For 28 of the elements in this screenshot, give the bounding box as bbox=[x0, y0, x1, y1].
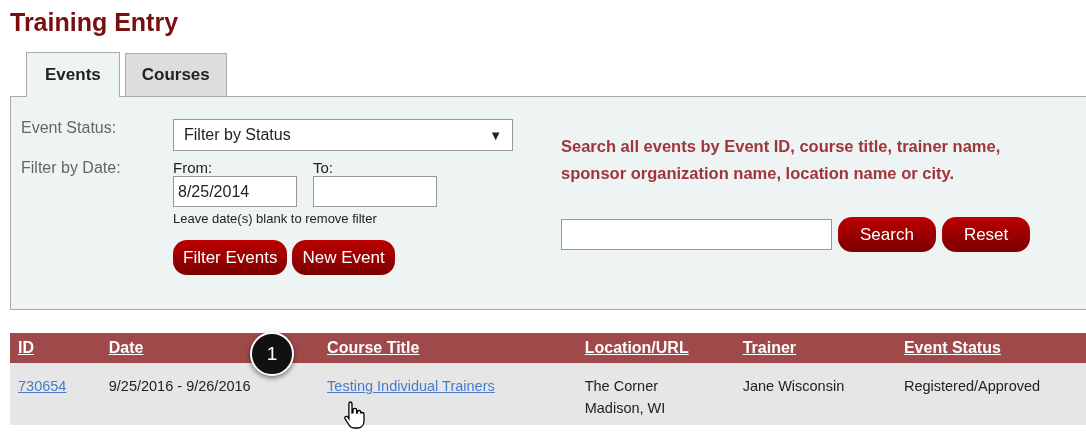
column-header-link[interactable]: ID bbox=[18, 339, 34, 356]
action-button[interactable]: Search bbox=[838, 217, 936, 252]
hand-cursor-icon bbox=[343, 400, 367, 430]
from-date-field[interactable]: 8/25/2014 bbox=[173, 176, 297, 207]
table-cell: Jane Wisconsin bbox=[734, 363, 896, 425]
table-cell: Registered/Approved bbox=[895, 363, 1086, 425]
action-button[interactable]: Reset bbox=[941, 217, 1031, 252]
dropdown-value: Filter by Status bbox=[184, 126, 291, 144]
search-field[interactable] bbox=[561, 219, 832, 250]
table-cell: The Corner Madison, WI bbox=[576, 363, 735, 425]
field-label: To: bbox=[313, 159, 334, 176]
page-title: Training Entry bbox=[10, 7, 179, 38]
tab[interactable]: Courses bbox=[124, 53, 227, 96]
hint-text: Leave date(s) blank to remove filter bbox=[173, 211, 378, 226]
field-label: Event Status: bbox=[21, 119, 118, 138]
action-button[interactable]: New Event bbox=[292, 240, 395, 275]
field-label: From: bbox=[173, 159, 214, 176]
caret-icon: ▼ bbox=[489, 127, 502, 143]
search-description: Search all events by Event ID, course title, trainer name, sponsor organization name, location name or city. bbox=[561, 136, 1002, 184]
status-dropdown[interactable]: Filter by Status ▼ bbox=[173, 119, 513, 151]
column-header-link[interactable]: Trainer bbox=[742, 339, 797, 356]
column-header-link[interactable]: Date bbox=[108, 339, 144, 356]
event-id-link[interactable]: 730654 bbox=[18, 378, 67, 394]
field-label: Filter by Date: bbox=[21, 159, 122, 178]
to-date-field[interactable] bbox=[313, 176, 437, 207]
action-button[interactable]: Filter Events bbox=[173, 240, 288, 275]
tab[interactable]: Events bbox=[26, 52, 120, 97]
table-cell: 9/25/2016 - 9/26/2016 bbox=[100, 363, 320, 425]
